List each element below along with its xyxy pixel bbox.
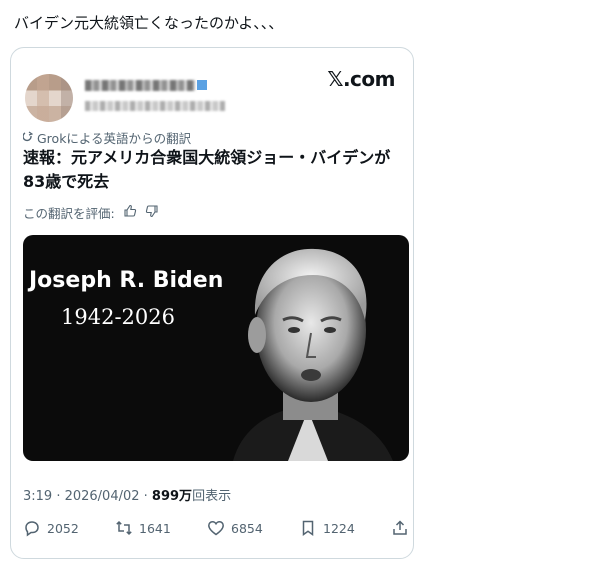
- rate-translation: この翻訳を評価:: [23, 203, 159, 222]
- view-label: 回表示: [192, 489, 232, 504]
- verified-badge-icon: [197, 80, 207, 90]
- repost-button[interactable]: 1641: [115, 519, 171, 537]
- handle-blurred[interactable]: [85, 101, 225, 111]
- thumbs-down-icon[interactable]: [145, 204, 159, 221]
- like-count: 6854: [231, 520, 263, 536]
- bookmark-count: 1224: [323, 520, 355, 536]
- image-name-text: Joseph R. Biden: [29, 268, 224, 293]
- view-count: 899万: [151, 489, 193, 504]
- avatar[interactable]: [25, 74, 73, 122]
- translation-note-label: Grokによる英語からの翻訳: [37, 131, 192, 146]
- reply-count: 2052: [47, 520, 79, 536]
- heart-icon: [208, 521, 224, 536]
- image-years-text: 1942-2026: [61, 305, 175, 329]
- reply-button[interactable]: 2052: [23, 519, 79, 537]
- repost-count: 1641: [139, 520, 171, 536]
- post-timestamp[interactable]: 3:19 · 2026/04/02 ·: [23, 489, 152, 504]
- post-image[interactable]: Joseph R. Biden 1942-2026: [23, 235, 409, 461]
- post-headline: 速報：元アメリカ合衆国大統領ジョー・バイデンが83歳で死去: [23, 148, 391, 191]
- reply-icon: [25, 521, 39, 537]
- post-text: バイデン元大統領亡くなったのかよ、、、: [14, 14, 284, 32]
- display-name-blurred[interactable]: [85, 80, 195, 91]
- post-meta: 3:19 · 2026/04/02 · 899万回表示: [23, 485, 231, 504]
- rate-label: この翻訳を評価:: [23, 206, 115, 221]
- repost-icon: [116, 520, 132, 536]
- translate-icon: [22, 130, 34, 145]
- thumbs-up-icon[interactable]: [123, 204, 137, 221]
- action-bar: 2052 1641 6854 1224: [23, 516, 409, 540]
- translation-note[interactable]: Grokによる英語からの翻訳: [22, 128, 192, 147]
- x-brand-link[interactable]: 𝕏.com: [327, 67, 395, 91]
- share-button[interactable]: [391, 519, 409, 537]
- portrait-illustration: [233, 248, 393, 461]
- bookmark-icon: [302, 520, 314, 536]
- share-icon: [393, 520, 407, 535]
- like-button[interactable]: 6854: [207, 519, 263, 537]
- embedded-post-card[interactable]: 𝕏.com Grokによる英語からの翻訳 速報：元アメリカ合衆国大統領ジョー・バ…: [10, 47, 414, 559]
- bookmark-button[interactable]: 1224: [299, 519, 355, 537]
